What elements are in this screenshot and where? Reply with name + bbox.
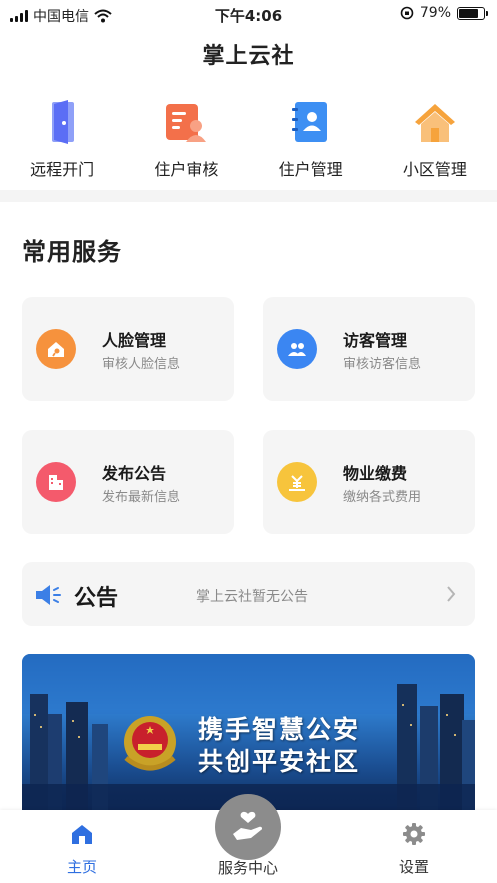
card-title: 物业缴费	[343, 464, 408, 483]
section-title: 常用服务	[22, 238, 122, 266]
tab-settings[interactable]: 设置	[354, 810, 474, 883]
face-management-card[interactable]: 人脸管理 审核人脸信息	[22, 297, 234, 401]
contact-book-icon	[291, 102, 327, 142]
quick-action-label: 小区管理	[402, 160, 467, 179]
resident-management-button[interactable]: 住户管理	[249, 98, 373, 182]
remote-open-door-button[interactable]: 远程开门	[0, 98, 124, 182]
card-title: 访客管理	[343, 331, 408, 350]
resident-review-button[interactable]: 住户审核	[124, 98, 248, 182]
hand-heart-icon	[233, 811, 263, 840]
face-house-icon	[36, 329, 76, 369]
quick-action-label: 远程开门	[30, 160, 95, 179]
speaker-icon	[36, 585, 61, 605]
tab-label: 服务中心	[217, 859, 278, 877]
quick-action-label: 住户审核	[154, 160, 219, 179]
building-icon	[36, 462, 76, 502]
property-payment-card[interactable]: 物业缴费 缴纳各式费用	[263, 430, 475, 534]
publish-notice-card[interactable]: 发布公告 发布最新信息	[22, 430, 234, 534]
door-icon	[52, 100, 75, 144]
section-divider	[0, 190, 497, 202]
banner-line-2: 共创平安社区	[198, 747, 361, 776]
battery-percent: 79%	[419, 5, 451, 21]
home-icon	[72, 825, 92, 844]
visitor-management-card[interactable]: 访客管理 审核访客信息	[263, 297, 475, 401]
notice-text: 掌上云社暂无公告	[196, 589, 308, 605]
notice-title: 公告	[74, 586, 119, 611]
visitors-icon	[277, 329, 317, 369]
card-subtitle: 缴纳各式费用	[343, 490, 422, 505]
status-bar: 中国电信 下午4:06 79%	[0, 0, 497, 30]
page-title: 掌上云社	[202, 44, 295, 69]
battery-icon	[457, 6, 488, 20]
promo-banner[interactable]: 携手智慧公安 共创平安社区	[22, 654, 475, 814]
quick-actions: 远程开门 住户审核 住户管理 小区管理	[0, 98, 497, 182]
tab-label: 设置	[398, 858, 429, 876]
tab-label: 主页	[66, 858, 97, 876]
card-title: 发布公告	[102, 464, 167, 483]
chevron-right-icon	[447, 586, 456, 602]
notice-bar[interactable]: 公告 掌上云社暂无公告	[22, 562, 475, 626]
quick-action-label: 住户管理	[278, 160, 343, 179]
card-subtitle: 发布最新信息	[102, 490, 181, 505]
card-title: 人脸管理	[102, 331, 167, 350]
tab-home[interactable]: 主页	[22, 810, 142, 883]
orientation-lock-icon	[400, 6, 414, 20]
status-right: 79%	[400, 5, 488, 21]
payment-icon	[277, 462, 317, 502]
gear-icon	[403, 823, 425, 845]
service-center-button[interactable]	[215, 794, 281, 860]
police-emblem-icon	[124, 716, 176, 771]
resident-review-icon	[166, 104, 207, 142]
card-subtitle: 审核人脸信息	[102, 357, 181, 372]
house-icon	[414, 104, 455, 142]
banner-line-1: 携手智慧公安	[198, 715, 361, 744]
community-management-button[interactable]: 小区管理	[373, 98, 497, 182]
card-subtitle: 审核访客信息	[343, 357, 422, 372]
